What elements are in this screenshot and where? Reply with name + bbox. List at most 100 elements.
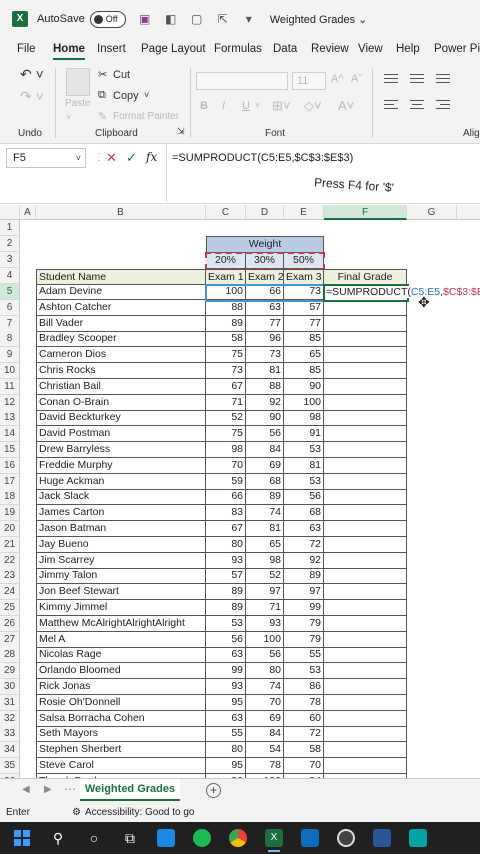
tab-file[interactable]: File	[17, 43, 36, 55]
chevron-down-icon[interactable]: ˅	[76, 149, 81, 167]
row-header-25[interactable]: 25	[0, 600, 20, 616]
final-grade-cell[interactable]	[324, 331, 407, 348]
exam-1-cell[interactable]: 93	[206, 679, 246, 695]
row-header-33[interactable]: 33	[0, 726, 20, 743]
align-left-icon[interactable]	[384, 100, 398, 110]
final-grade-cell[interactable]	[324, 615, 407, 632]
exam-2-cell[interactable]: 56	[246, 647, 284, 664]
final-grade-cell[interactable]	[324, 473, 407, 490]
tab-help[interactable]: Help	[396, 43, 420, 55]
exam-1-cell[interactable]: 52	[206, 410, 246, 427]
final-grade-cell[interactable]	[324, 299, 407, 316]
student-name-cell[interactable]: David Postman	[36, 426, 206, 443]
row-header-20[interactable]: 20	[0, 521, 20, 537]
final-grade-cell[interactable]	[324, 315, 407, 332]
accessibility-icon[interactable]: ⚙	[72, 804, 81, 822]
exam-2-cell[interactable]: 90	[246, 410, 284, 427]
next-sheet-icon[interactable]: ▶	[44, 784, 52, 795]
redo-icon[interactable]: ↷ ˅	[20, 88, 44, 105]
insert-function-icon[interactable]: fx	[146, 150, 157, 164]
row-header-19[interactable]: 19	[0, 505, 20, 522]
final-grade-cell[interactable]	[324, 505, 407, 522]
student-name-cell[interactable]: James Carton	[36, 505, 206, 522]
row-header-2[interactable]: 2	[0, 236, 20, 252]
row-header-18[interactable]: 18	[0, 489, 20, 506]
exam-3-cell[interactable]: 81	[284, 457, 324, 474]
italic-button[interactable]: I	[222, 100, 225, 112]
exam-3-cell[interactable]: 85	[284, 363, 324, 379]
exam-1-cell[interactable]: 95	[206, 694, 246, 711]
export-icon[interactable]: ⇱	[216, 12, 230, 26]
student-name-cell[interactable]: Chris Rocks	[36, 363, 206, 379]
row-header-15[interactable]: 15	[0, 442, 20, 458]
row-header-35[interactable]: 35	[0, 758, 20, 774]
exam-2-cell[interactable]: 63	[246, 299, 284, 316]
exam-2-cell[interactable]: 93	[246, 615, 284, 632]
exam-1-cell[interactable]: 98	[206, 442, 246, 458]
exam-3-cell[interactable]: 63	[284, 521, 324, 537]
row-header-26[interactable]: 26	[0, 615, 20, 632]
student-name-cell[interactable]: Salsa Borracha Cohen	[36, 710, 206, 727]
student-name-cell[interactable]: Conan O-Brain	[36, 394, 206, 411]
weight-header-cell[interactable]: Weight	[206, 236, 324, 253]
excel-taskbar-icon[interactable]: X	[256, 822, 292, 854]
exam-3-cell[interactable]: 65	[284, 347, 324, 364]
exam-1-cell[interactable]: 53	[206, 615, 246, 632]
row-header-13[interactable]: 13	[0, 410, 20, 427]
row-header-1[interactable]: 1	[0, 220, 20, 236]
student-name-cell[interactable]: Steve Carol	[36, 758, 206, 774]
student-name-cell[interactable]: Huge Ackman	[36, 473, 206, 490]
student-name-cell[interactable]: Rick Jonas	[36, 679, 206, 695]
row-header-11[interactable]: 11	[0, 378, 20, 395]
final-grade-cell[interactable]	[324, 694, 407, 711]
exam-1-cell[interactable]: 71	[206, 394, 246, 411]
final-grade-cell[interactable]	[324, 521, 407, 537]
exam-1-cell[interactable]: 80	[206, 536, 246, 553]
student-name-cell[interactable]: Jimmy Talon	[36, 568, 206, 585]
format-painter-icon[interactable]: ✎	[98, 110, 107, 123]
exam-2-cell[interactable]: 69	[246, 710, 284, 727]
new-document-icon[interactable]: ◧	[164, 12, 178, 26]
exam-1-cell[interactable]: 66	[206, 489, 246, 506]
student-name-cell[interactable]: Kimmy Jimmel	[36, 600, 206, 616]
exam-2-cell[interactable]: 56	[246, 426, 284, 443]
blank-page-icon[interactable]: ▢	[190, 12, 204, 26]
student-name-cell[interactable]: Jay Bueno	[36, 536, 206, 553]
exam-3-cell[interactable]: 60	[284, 710, 324, 727]
formula-input[interactable]: =SUMPRODUCT(C5:E5,$C$3:$E$3)	[172, 152, 353, 164]
exam-3-cell[interactable]: 100	[284, 394, 324, 411]
paste-label[interactable]: Paste	[65, 98, 91, 109]
tab-review[interactable]: Review	[311, 43, 349, 55]
prev-sheet-icon[interactable]: ◀	[22, 784, 30, 795]
student-name-cell[interactable]: Orlando Bloomed	[36, 663, 206, 680]
final-grade-cell[interactable]	[324, 378, 407, 395]
exam-3-cell[interactable]: 99	[284, 600, 324, 616]
exam-1-cell[interactable]: 89	[206, 584, 246, 601]
exam-1-cell[interactable]: 83	[206, 505, 246, 522]
final-grade-cell[interactable]	[324, 363, 407, 379]
accessibility-status[interactable]: Accessibility: Good to go	[85, 804, 195, 822]
column-header-h[interactable]	[457, 205, 480, 220]
add-sheet-icon[interactable]: +	[206, 783, 221, 798]
final-grade-cell[interactable]	[324, 394, 407, 411]
row-header-8[interactable]: 8	[0, 331, 20, 348]
student-name-cell[interactable]: Adam Devine	[36, 284, 206, 300]
paste-icon[interactable]	[66, 68, 90, 96]
exam-2-cell[interactable]: 73	[246, 347, 284, 364]
exam-2-cell[interactable]: 81	[246, 521, 284, 537]
borders-icon[interactable]: ⊞˅	[272, 98, 290, 114]
weight-cell-e3[interactable]: 50%	[284, 253, 324, 269]
final-grade-cell[interactable]	[324, 442, 407, 458]
header-student-name[interactable]: Student Name	[36, 269, 206, 285]
exam-1-cell[interactable]: 73	[206, 363, 246, 379]
copy-dropdown-icon[interactable]: ˅	[144, 90, 149, 100]
exam-3-cell[interactable]: 86	[284, 679, 324, 695]
final-grade-cell[interactable]	[324, 726, 407, 743]
windows-start-icon[interactable]	[4, 822, 40, 854]
exam-3-cell[interactable]: 53	[284, 663, 324, 680]
row-header-17[interactable]: 17	[0, 473, 20, 490]
row-header-12[interactable]: 12	[0, 394, 20, 411]
row-header-16[interactable]: 16	[0, 457, 20, 474]
clipboard-launcher-icon[interactable]: ⇲	[177, 126, 185, 137]
row-header-14[interactable]: 14	[0, 426, 20, 443]
